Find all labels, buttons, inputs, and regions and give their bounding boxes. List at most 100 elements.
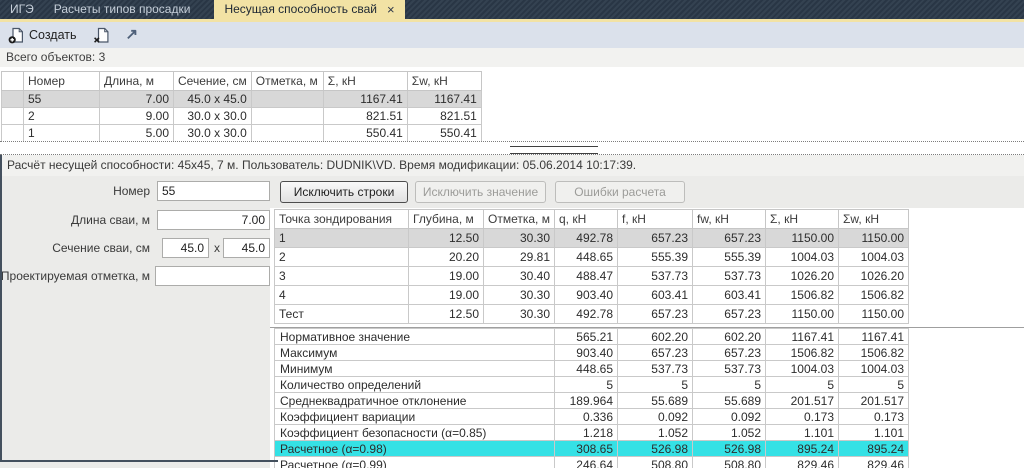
number-field[interactable]	[157, 181, 270, 201]
cell[interactable]: 821.51	[323, 108, 407, 125]
column-header[interactable]: f, кН	[618, 210, 693, 229]
column-header[interactable]: Длина, м	[100, 72, 174, 91]
cell[interactable]: 3	[275, 267, 409, 286]
cell[interactable]: 565.21	[555, 329, 618, 345]
cell[interactable]	[251, 108, 323, 125]
summary-row[interactable]: Нормативное значение565.21602.20602.2011…	[275, 329, 909, 345]
summary-row[interactable]: Количество определений55555	[275, 377, 909, 393]
cell[interactable]: 1.052	[693, 425, 766, 441]
tab-close-icon[interactable]: ×	[387, 0, 395, 19]
cell[interactable]: 1004.03	[839, 361, 909, 377]
cell[interactable]: 201.517	[766, 393, 839, 409]
cell[interactable]: 657.23	[618, 345, 693, 361]
cell[interactable]: 1004.03	[766, 361, 839, 377]
cell[interactable]: 30.0 x 30.0	[174, 108, 252, 125]
cell[interactable]: 829.46	[839, 457, 909, 468]
cell[interactable]: 448.65	[555, 361, 618, 377]
design-elevation-field[interactable]	[155, 266, 270, 286]
cell[interactable]: 508.80	[693, 457, 766, 468]
cell[interactable]: 30.30	[484, 305, 555, 324]
cell[interactable]: 602.20	[618, 329, 693, 345]
cell[interactable]: 895.24	[766, 441, 839, 457]
cell[interactable]: 657.23	[693, 345, 766, 361]
column-header[interactable]: fw, кН	[693, 210, 766, 229]
tab-pile-capacity[interactable]: Несущая способность свай ×	[214, 0, 404, 19]
column-header[interactable]: Σw, кН	[839, 210, 909, 229]
cell[interactable]: 2	[24, 108, 100, 125]
cell[interactable]: 0.336	[555, 409, 618, 425]
cell[interactable]: 492.78	[555, 229, 618, 248]
cell[interactable]: 550.41	[323, 125, 407, 142]
summary-row[interactable]: Среднеквадратичное отклонение189.96455.6…	[275, 393, 909, 409]
column-header[interactable]: Σ, кН	[323, 72, 407, 91]
table-row[interactable]: 419.0030.30903.40603.41603.411506.821506…	[275, 286, 909, 305]
row-selector[interactable]	[2, 125, 24, 142]
cell[interactable]: 1	[275, 229, 409, 248]
cell[interactable]: 526.98	[618, 441, 693, 457]
pile-section-height-field[interactable]	[223, 238, 270, 258]
table-row[interactable]: 15.0030.0 x 30.0550.41550.41	[2, 125, 482, 142]
cell[interactable]: 0.173	[766, 409, 839, 425]
cell[interactable]: 0.173	[839, 409, 909, 425]
column-header[interactable]: Σw, кН	[407, 72, 481, 91]
cell[interactable]: 602.20	[693, 329, 766, 345]
cell[interactable]: 30.40	[484, 267, 555, 286]
cell[interactable]: 29.81	[484, 248, 555, 267]
cell[interactable]: 1506.82	[766, 286, 839, 305]
summary-row[interactable]: Минимум448.65537.73537.731004.031004.03	[275, 361, 909, 377]
cell[interactable]: 1.101	[766, 425, 839, 441]
cell[interactable]: 19.00	[409, 267, 484, 286]
table-row[interactable]: 29.0030.0 x 30.0 821.51821.51	[2, 108, 482, 125]
cell[interactable]: 1.101	[839, 425, 909, 441]
cell[interactable]: 903.40	[555, 345, 618, 361]
cell[interactable]: 537.73	[693, 361, 766, 377]
cell[interactable]: 537.73	[618, 267, 693, 286]
tab-ige[interactable]: ИГЭ	[0, 0, 44, 19]
cell[interactable]: 603.41	[618, 286, 693, 305]
cell[interactable]: 448.65	[555, 248, 618, 267]
cell[interactable]: 201.517	[839, 393, 909, 409]
cell[interactable]: 1167.41	[839, 329, 909, 345]
cell[interactable]: 30.0 x 30.0	[174, 125, 252, 142]
summary-row[interactable]: Коэффициент безопасности (α=0.85)1.2181.…	[275, 425, 909, 441]
cell[interactable]: 555.39	[618, 248, 693, 267]
cell[interactable]: 55.689	[693, 393, 766, 409]
cell[interactable]: 5	[618, 377, 693, 393]
cell[interactable]: 19.00	[409, 286, 484, 305]
cell[interactable]: 5	[555, 377, 618, 393]
cell[interactable]: 189.964	[555, 393, 618, 409]
cell[interactable]: 1506.82	[839, 345, 909, 361]
cell[interactable]: 1004.03	[766, 248, 839, 267]
column-header[interactable]: Глубина, м	[409, 210, 484, 229]
cell[interactable]: 657.23	[618, 229, 693, 248]
column-header[interactable]: q, кН	[555, 210, 618, 229]
table-row[interactable]: 220.2029.81448.65555.39555.391004.031004…	[275, 248, 909, 267]
cell[interactable]: 537.73	[618, 361, 693, 377]
cell[interactable]: 526.98	[693, 441, 766, 457]
cell[interactable]: 2	[275, 248, 409, 267]
cell[interactable]: 1506.82	[839, 286, 909, 305]
tab-subsidence-types[interactable]: Расчеты типов просадки	[44, 0, 201, 19]
export-button[interactable]: ↗	[123, 24, 142, 46]
cell[interactable]: 1.052	[618, 425, 693, 441]
cell[interactable]: 550.41	[407, 125, 481, 142]
cell[interactable]: 821.51	[407, 108, 481, 125]
summary-row[interactable]: Коэффициент вариации0.3360.0920.0920.173…	[275, 409, 909, 425]
horizontal-splitter[interactable]	[0, 141, 1024, 155]
cell[interactable]: 1150.00	[766, 229, 839, 248]
cell[interactable]: 12.50	[409, 229, 484, 248]
cell[interactable]: 508.80	[618, 457, 693, 468]
cell[interactable]: 555.39	[693, 248, 766, 267]
cell[interactable]: 55	[24, 91, 100, 108]
cell[interactable]: 9.00	[100, 108, 174, 125]
cell[interactable]: 657.23	[693, 229, 766, 248]
cell[interactable]: 1167.41	[323, 91, 407, 108]
table-row[interactable]: 319.0030.40488.47537.73537.731026.201026…	[275, 267, 909, 286]
cell[interactable]: 657.23	[618, 305, 693, 324]
column-header[interactable]: Сечение, см	[174, 72, 252, 91]
table-row[interactable]: 112.5030.30492.78657.23657.231150.001150…	[275, 229, 909, 248]
cell[interactable]: 1026.20	[839, 267, 909, 286]
cell[interactable]: 12.50	[409, 305, 484, 324]
cell[interactable]: 308.65	[555, 441, 618, 457]
column-header[interactable]: Отметка, м	[484, 210, 555, 229]
